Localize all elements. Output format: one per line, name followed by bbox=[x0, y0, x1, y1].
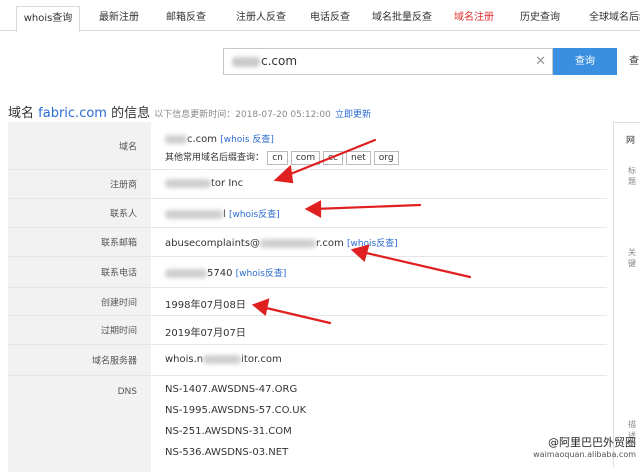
annotation-arrowhead bbox=[350, 244, 370, 263]
annotation-arrowhead bbox=[304, 200, 322, 218]
annotation-arrow bbox=[281, 138, 377, 179]
annotation-arrow bbox=[312, 203, 422, 211]
annotation-arrow bbox=[360, 250, 472, 279]
annotation-arrowhead bbox=[251, 298, 270, 316]
annotation-arrow bbox=[260, 305, 332, 325]
annotation-arrows bbox=[251, 138, 472, 325]
watermark: @阿里巴巴外贸圈 waimaoquan.alibaba.com bbox=[533, 436, 636, 460]
annotation-arrowhead bbox=[273, 164, 294, 184]
